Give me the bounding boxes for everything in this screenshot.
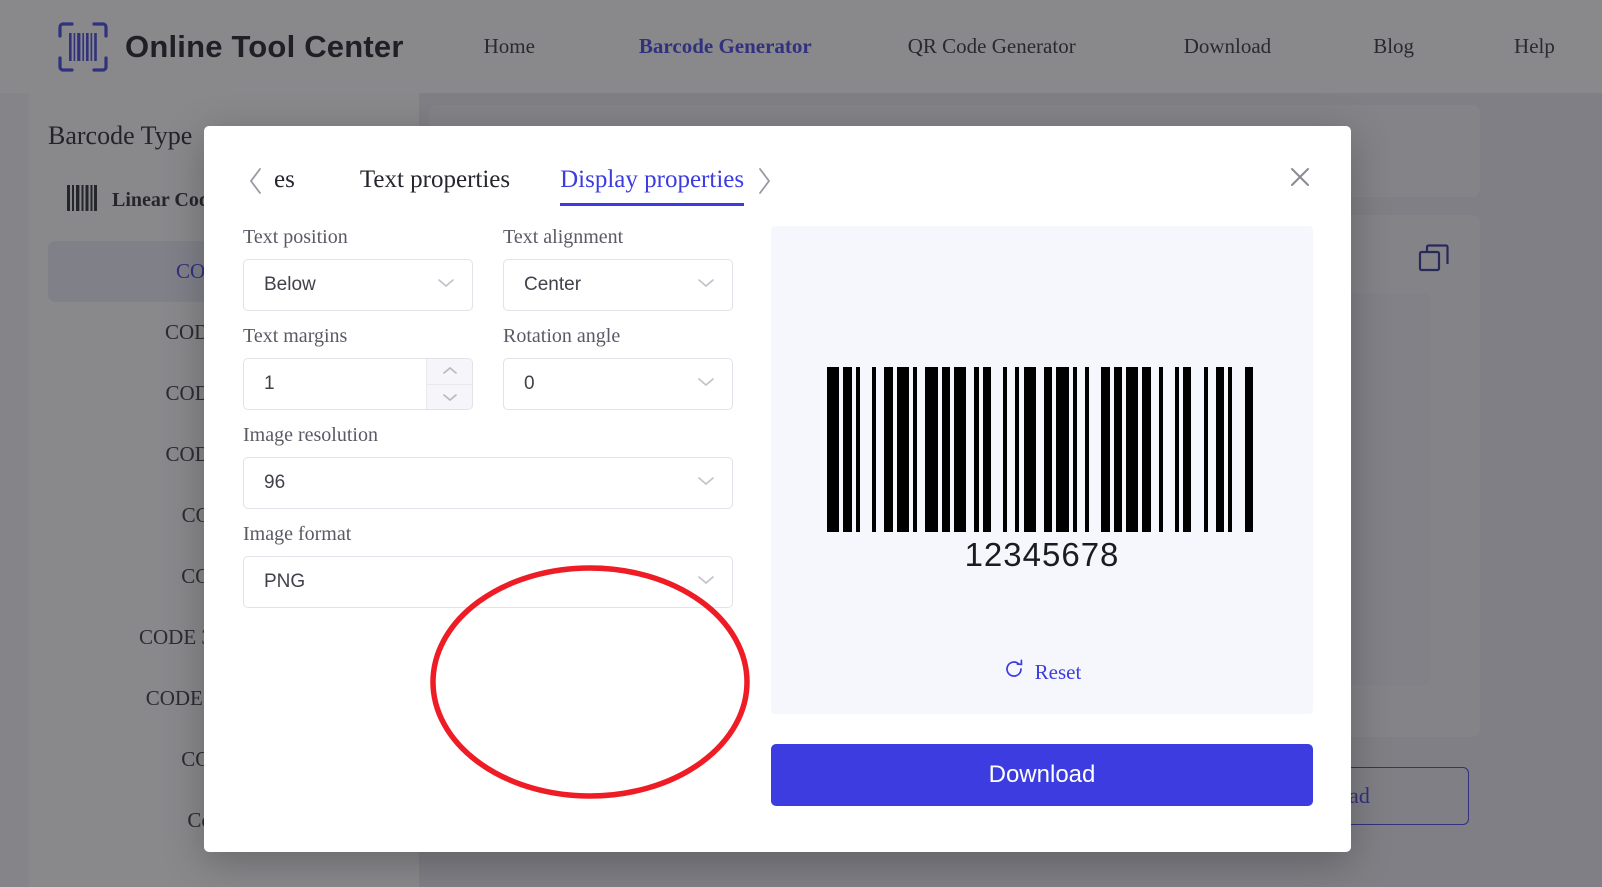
preview-barcode-text: 12345678 bbox=[964, 535, 1120, 573]
chevron-down-icon bbox=[696, 573, 716, 591]
preview-barcode bbox=[826, 366, 1257, 532]
barcode-properties-modal: es Text properties Display properties Te… bbox=[204, 126, 1351, 852]
rotation-angle-label: Rotation angle bbox=[503, 325, 621, 347]
image-resolution-value: 96 bbox=[264, 472, 286, 493]
chevron-left-icon[interactable] bbox=[246, 166, 264, 202]
chevron-right-icon[interactable] bbox=[756, 166, 774, 202]
text-position-select[interactable]: Below bbox=[243, 259, 473, 311]
reset-label: Reset bbox=[1034, 659, 1082, 684]
screen: Online Tool Center HomeBarcode Generator… bbox=[0, 0, 1602, 887]
stepper-up-icon[interactable] bbox=[427, 359, 472, 384]
display-properties-form: Text position Below Text alignment Cente… bbox=[243, 226, 773, 622]
reset-button[interactable]: Reset bbox=[771, 658, 1313, 686]
image-format-value: PNG bbox=[264, 571, 306, 592]
text-alignment-label: Text alignment bbox=[503, 226, 624, 248]
stepper-down-icon[interactable] bbox=[427, 383, 472, 410]
chevron-down-icon bbox=[696, 474, 716, 492]
text-margins-value: 1 bbox=[264, 373, 275, 394]
text-alignment-value: Center bbox=[524, 274, 582, 295]
rotation-angle-select[interactable]: 0 bbox=[503, 358, 733, 410]
modal-body: Text position Below Text alignment Cente… bbox=[204, 226, 1351, 852]
chevron-down-icon bbox=[436, 276, 456, 294]
chevron-down-icon bbox=[696, 276, 716, 294]
text-margins-spinner-controls bbox=[426, 359, 472, 409]
rotation-angle-value: 0 bbox=[524, 373, 535, 394]
text-margins-label: Text margins bbox=[243, 325, 348, 347]
refresh-icon bbox=[1003, 658, 1025, 686]
tab-bar-properties[interactable]: es bbox=[274, 166, 295, 202]
text-position-value: Below bbox=[264, 274, 316, 295]
preview-pane: 12345678 Reset Download bbox=[771, 226, 1313, 806]
download-button[interactable]: Download bbox=[771, 744, 1313, 806]
form-row-1: Text position Below Text alignment Cente… bbox=[243, 226, 773, 325]
field-text-alignment: Text alignment Center bbox=[503, 226, 733, 311]
field-image-format: Image format PNG bbox=[243, 523, 733, 608]
image-format-select[interactable]: PNG bbox=[243, 556, 733, 608]
form-row-2: Text margins 1 Rotation angle 0 bbox=[243, 325, 773, 424]
field-text-margins: Text margins 1 bbox=[243, 325, 473, 410]
field-rotation-angle: Rotation angle 0 bbox=[503, 325, 733, 410]
modal-tabs: es Text properties Display properties bbox=[204, 156, 1351, 212]
field-text-position: Text position Below bbox=[243, 226, 473, 311]
field-image-resolution: Image resolution 96 bbox=[243, 424, 733, 509]
text-position-label: Text position bbox=[243, 226, 348, 248]
tab-text-properties[interactable]: Text properties bbox=[360, 166, 510, 202]
tab-display-properties[interactable]: Display properties bbox=[560, 166, 744, 206]
image-resolution-select[interactable]: 96 bbox=[243, 457, 733, 509]
image-format-label: Image format bbox=[243, 523, 352, 545]
text-alignment-select[interactable]: Center bbox=[503, 259, 733, 311]
barcode-preview: 12345678 Reset bbox=[771, 226, 1313, 714]
chevron-down-icon bbox=[696, 375, 716, 393]
image-resolution-label: Image resolution bbox=[243, 424, 378, 446]
text-margins-stepper[interactable]: 1 bbox=[243, 358, 473, 410]
